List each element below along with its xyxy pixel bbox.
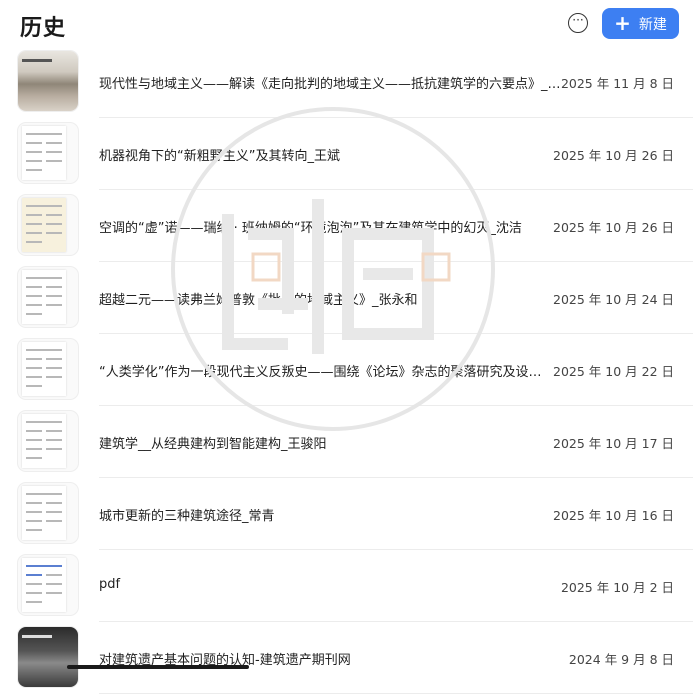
- document-date: 2025 年 10 月 2 日: [560, 580, 674, 595]
- new-button-label: 新建: [638, 16, 667, 33]
- document-title: 机器视角下的“新粗野主义”及其转向_王斌: [99, 149, 340, 164]
- document-thumbnail: [18, 339, 78, 399]
- header: 历史 ··· + 新建: [0, 0, 693, 50]
- document-thumbnail: [18, 195, 78, 255]
- document-title: 现代性与地域主义——解读《走向批判的地域主义——抵抗建筑学的六要点》_…: [99, 77, 561, 92]
- document-thumbnail: [18, 123, 78, 183]
- document-thumbnail: [18, 627, 78, 687]
- document-date: 2025 年 10 月 22 日: [553, 364, 674, 379]
- document-date: 2025 年 10 月 24 日: [553, 292, 674, 307]
- list-item[interactable]: 机器视角下的“新粗野主义”及其转向_王斌 2025 年 10 月 26 日: [0, 118, 693, 190]
- list-item[interactable]: 现代性与地域主义——解读《走向批判的地域主义——抵抗建筑学的六要点》_… 2025…: [0, 46, 693, 118]
- document-thumbnail: [18, 51, 78, 111]
- list-item[interactable]: 对建筑遗产基本问题的认知-建筑遗产期刊网 2024 年 9 月 8 日: [0, 622, 693, 694]
- document-date: 2025 年 10 月 16 日: [553, 508, 674, 523]
- more-options-button[interactable]: ···: [568, 13, 588, 33]
- document-date: 2025 年 11 月 8 日: [560, 76, 674, 91]
- document-date: 2025 年 10 月 17 日: [553, 436, 674, 451]
- document-date: 2025 年 10 月 26 日: [553, 220, 674, 235]
- new-button[interactable]: + 新建: [602, 8, 679, 39]
- list-item[interactable]: 空调的“虚”诺——瑞纳 · 班纳姆的“环境泡泡”及其在建筑学中的幻灭_沈洁 202…: [0, 190, 693, 262]
- document-thumbnail: [18, 411, 78, 471]
- document-title: “人类学化”作为一段现代主义反叛史——围绕《论坛》杂志的聚落研究及设…: [99, 365, 542, 380]
- document-title: 城市更新的三种建筑途径_常青: [99, 509, 275, 524]
- more-icon: ···: [572, 13, 584, 27]
- document-thumbnail: [18, 267, 78, 327]
- document-title: 建筑学__从经典建构到智能建构_王骏阳: [99, 437, 327, 452]
- document-date: 2025 年 10 月 26 日: [553, 148, 674, 163]
- document-title: pdf: [99, 577, 121, 592]
- scroll-indicator[interactable]: [67, 665, 249, 669]
- list-item[interactable]: “人类学化”作为一段现代主义反叛史——围绕《论坛》杂志的聚落研究及设… 2025 …: [0, 334, 693, 406]
- list-item[interactable]: pdf 2025 年 10 月 2 日: [0, 550, 693, 622]
- document-title: 超越二元——读弗兰姆普敦《批判的地域主义》_张永和: [99, 293, 418, 308]
- list-item[interactable]: 城市更新的三种建筑途径_常青 2025 年 10 月 16 日: [0, 478, 693, 550]
- list-item[interactable]: 建筑学__从经典建构到智能建构_王骏阳 2025 年 10 月 17 日: [0, 406, 693, 478]
- list-item[interactable]: 超越二元——读弗兰姆普敦《批判的地域主义》_张永和 2025 年 10 月 24 …: [0, 262, 693, 334]
- document-thumbnail: [18, 555, 78, 615]
- document-thumbnail: [18, 483, 78, 543]
- page-title: 历史: [20, 16, 67, 41]
- document-date: 2024 年 9 月 8 日: [568, 652, 674, 667]
- document-title: 空调的“虚”诺——瑞纳 · 班纳姆的“环境泡泡”及其在建筑学中的幻灭_沈洁: [99, 221, 522, 236]
- plus-icon: +: [614, 10, 631, 35]
